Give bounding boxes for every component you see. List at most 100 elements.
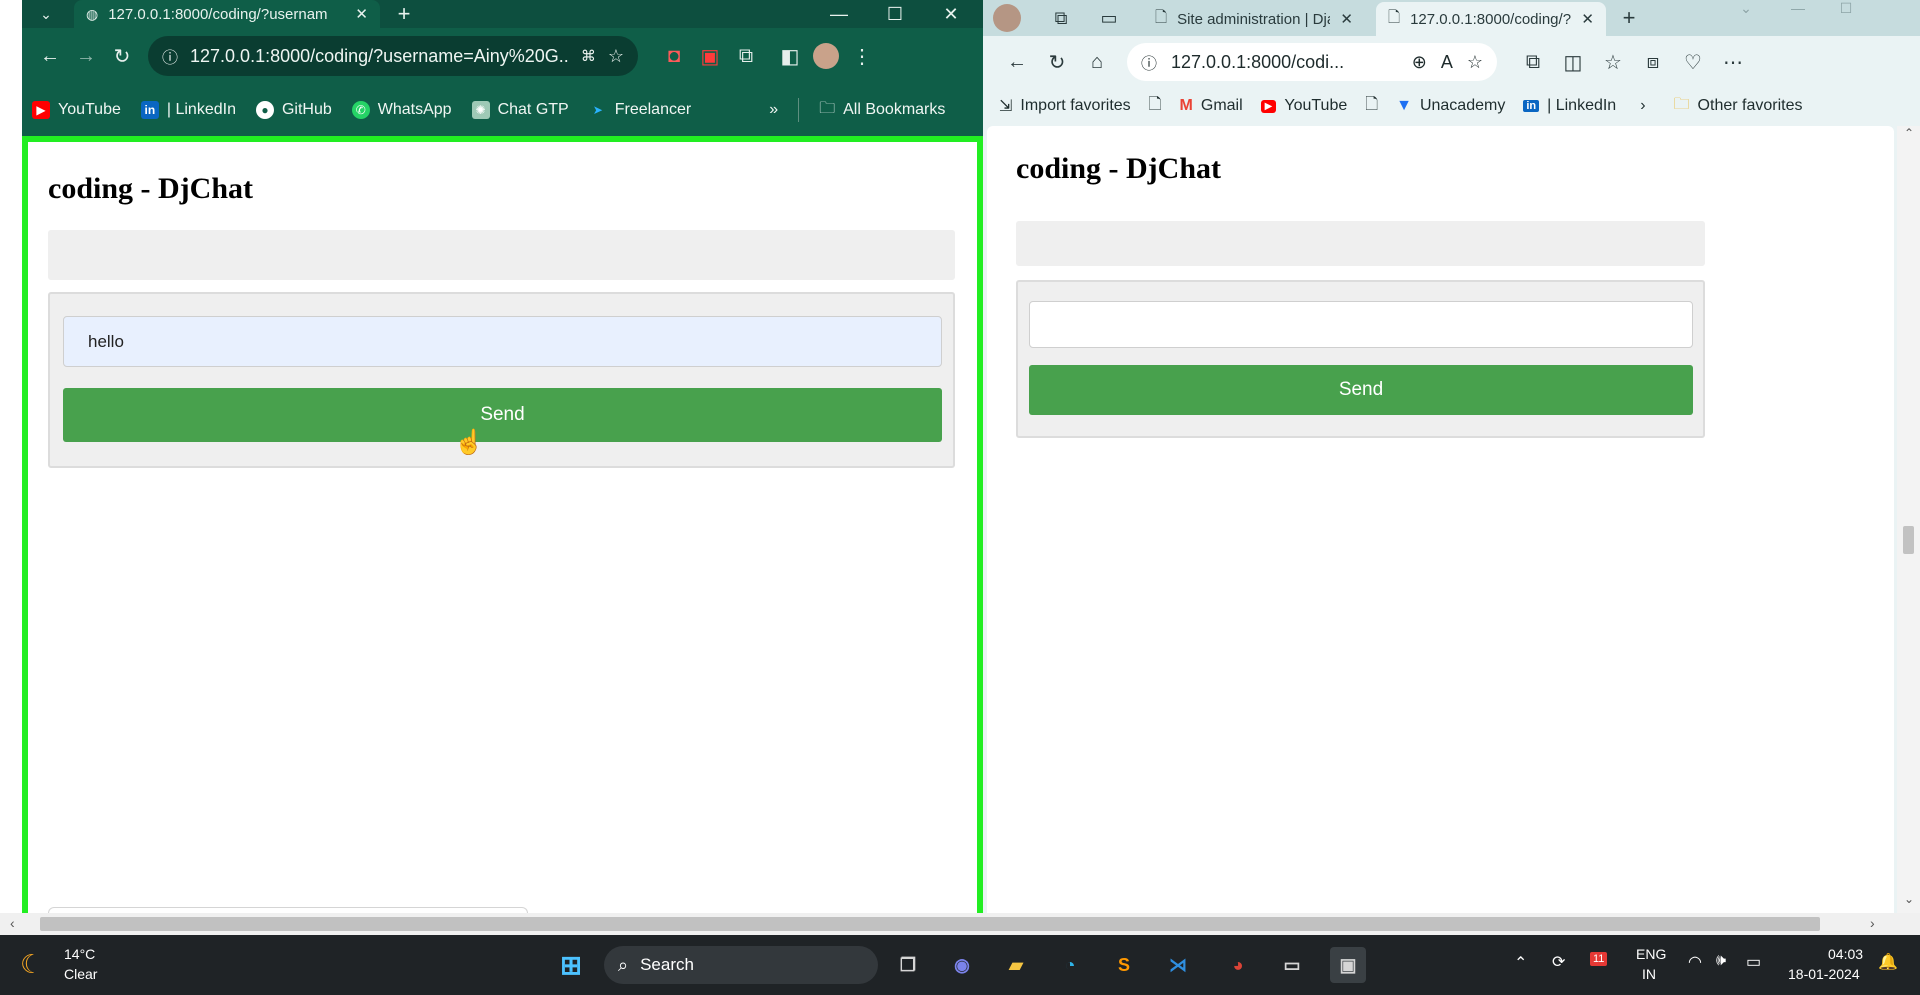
favorite-star-icon[interactable]: ☆ [1467,52,1483,73]
favorite-page[interactable]: 🗋 [1149,93,1162,120]
other-favorites-button[interactable]: 🗀 Other favorites [1674,93,1803,120]
site-info-icon[interactable]: ⓘ [162,44,178,68]
battery-icon[interactable]: ▭ [1746,952,1761,972]
more-menu-icon[interactable]: ⋯ [1713,42,1753,82]
split-screen-icon[interactable]: ◫ [1553,42,1593,82]
address-bar[interactable]: ⓘ 127.0.0.1:8000/coding/?username=Ainy%2… [148,36,638,76]
all-bookmarks-button[interactable]: 🗀 All Bookmarks [819,97,945,124]
bookmark-chatgpt[interactable]: ✺ Chat GTP [471,101,569,119]
bookmark-linkedin[interactable]: in | LinkedIn [140,101,236,119]
send-button[interactable]: Send [1029,365,1693,415]
active-app-icon[interactable]: ▣ [1330,947,1366,983]
terminal-icon[interactable]: ▭ [1274,947,1310,983]
forward-button[interactable]: → [68,38,104,74]
maximize-button[interactable]: ☐ [867,0,923,28]
taskbar-search[interactable]: ⌕ Search [604,946,878,984]
tab-close-icon[interactable]: ✕ [355,5,368,23]
task-view-icon[interactable]: ❐ [890,947,926,983]
extensions-icon[interactable]: ⧉ [1513,42,1553,82]
favorite-page[interactable]: 🗋 [1365,93,1378,120]
vertical-scrollbar[interactable]: ⌃ ⌄ [1897,126,1920,913]
more-bookmarks-chevron-icon[interactable]: » [769,101,778,119]
send-button[interactable]: Send [63,388,942,442]
new-tab-button[interactable]: + [1615,4,1643,32]
volume-icon[interactable]: 🕪 [1716,952,1726,970]
site-info-icon[interactable]: ⓘ [1141,50,1157,74]
bookmark-freelancer[interactable]: ➤ Freelancer [589,101,692,119]
moon-weather-icon: ☾ [20,949,44,979]
tab-close-icon[interactable]: ✕ [1581,10,1594,28]
bookmark-youtube[interactable]: ▶ YouTube [32,101,121,119]
scrollbar-thumb[interactable] [40,917,1820,931]
back-button[interactable]: ← [997,42,1037,82]
windows-start-icon[interactable]: ⊞ [553,947,589,983]
notification-badge: 11 [1590,952,1608,966]
side-panel-icon[interactable]: ◧ [772,38,808,74]
import-icon: ⇲ [999,98,1013,115]
read-aloud-icon[interactable]: A [1441,52,1453,73]
workspaces-icon[interactable]: ⧉ [1047,4,1075,32]
scroll-down-icon[interactable]: ⌄ [1902,892,1916,906]
video-extension-icon[interactable]: ▣ [692,38,728,74]
menu-kebab-icon[interactable]: ⋮ [844,38,880,74]
favorite-gmail[interactable]: M Gmail [1180,97,1243,115]
edge-tab-admin[interactable]: 🗋 Site administration | Dja ✕ [1143,2,1365,36]
favorite-linkedin[interactable]: in | LinkedIn [1523,97,1616,115]
chrome-icon[interactable]: ◕ [1220,947,1256,983]
scrollbar-thumb[interactable] [1903,526,1914,554]
wifi-icon[interactable]: ◠ [1688,952,1702,972]
chevron-down-icon[interactable]: ⌄ [1731,0,1761,20]
file-explorer-icon[interactable]: ▰ [998,947,1034,983]
favorite-youtube[interactable]: ▶ YouTube [1260,97,1347,115]
tray-overflow-chevron-icon[interactable]: ⌃ [1514,953,1527,973]
edge-tab-coding[interactable]: 🗋 127.0.0.1:8000/coding/? ✕ [1376,2,1606,36]
minimize-button[interactable]: — [811,0,867,28]
clock-date[interactable]: 18-01-2024 [1788,966,1860,982]
bookmark-github[interactable]: ● GitHub [255,101,332,119]
language-code[interactable]: ENG [1636,946,1666,962]
scroll-up-icon[interactable]: ⌃ [1902,126,1916,140]
scroll-left-icon[interactable]: ‹ [10,915,15,931]
favorite-unacademy[interactable]: ▼ Unacademy [1396,97,1505,115]
chrome-tab-active[interactable]: ◍ 127.0.0.1:8000/coding/?usernam ✕ [74,0,380,28]
teams-icon[interactable]: ◉ [944,947,980,983]
reload-button[interactable]: ↻ [104,38,140,74]
reload-button[interactable]: ↻ [1037,42,1077,82]
address-bar[interactable]: ⓘ 127.0.0.1:8000/codi... ⊕ A ☆ [1127,43,1497,81]
new-tab-button[interactable]: + [390,0,418,28]
vscode-icon[interactable]: ⋊ [1160,947,1196,983]
tab-search-icon[interactable]: ⌄ [32,2,60,26]
avatar[interactable] [808,38,844,74]
edge-profile-avatar[interactable] [993,4,1021,32]
vertical-tabs-icon[interactable]: ▭ [1095,4,1123,32]
minimize-button[interactable]: — [1783,0,1813,20]
bookmark-whatsapp[interactable]: ✆ WhatsApp [351,101,452,119]
bookmark-star-icon[interactable]: ☆ [608,46,624,67]
message-input[interactable] [63,316,942,367]
favorite-import[interactable]: ⇲ Import favorites [999,96,1131,116]
scroll-right-icon[interactable]: › [1870,915,1875,931]
collections-icon[interactable]: ⧈ [1633,42,1673,82]
region-code[interactable]: IN [1642,966,1656,982]
close-window-button[interactable]: ✕ [923,0,979,28]
translate-icon[interactable]: ⌘ [581,47,596,65]
tab-close-icon[interactable]: ✕ [1340,10,1353,28]
favorites-icon[interactable]: ☆ [1593,42,1633,82]
performance-icon[interactable]: ♡ [1673,42,1713,82]
pocket-extension-icon[interactable]: ◘ [656,38,692,74]
message-input[interactable] [1029,301,1693,348]
zoom-icon[interactable]: ⊕ [1412,52,1427,73]
back-button[interactable]: ← [32,38,68,74]
sublime-text-icon[interactable]: S [1106,947,1142,983]
extensions-icon[interactable]: ⧉ [728,38,764,74]
more-favorites-chevron-icon[interactable]: › [1640,97,1645,115]
home-icon[interactable]: ⌂ [1077,42,1117,82]
clock-time[interactable]: 04:03 [1828,946,1863,962]
notification-bell-icon[interactable]: 🔔 [1878,952,1898,972]
tab-title: Site administration | Dja [1177,10,1331,28]
edge-icon[interactable]: ◔ [1052,947,1088,983]
horizontal-scrollbar[interactable]: ‹ › [0,913,1920,935]
maximize-button[interactable]: ☐ [1831,0,1861,20]
calendar-badge-icon[interactable]: 11 [1590,949,1608,966]
sync-icon[interactable]: ⟳ [1552,952,1565,972]
